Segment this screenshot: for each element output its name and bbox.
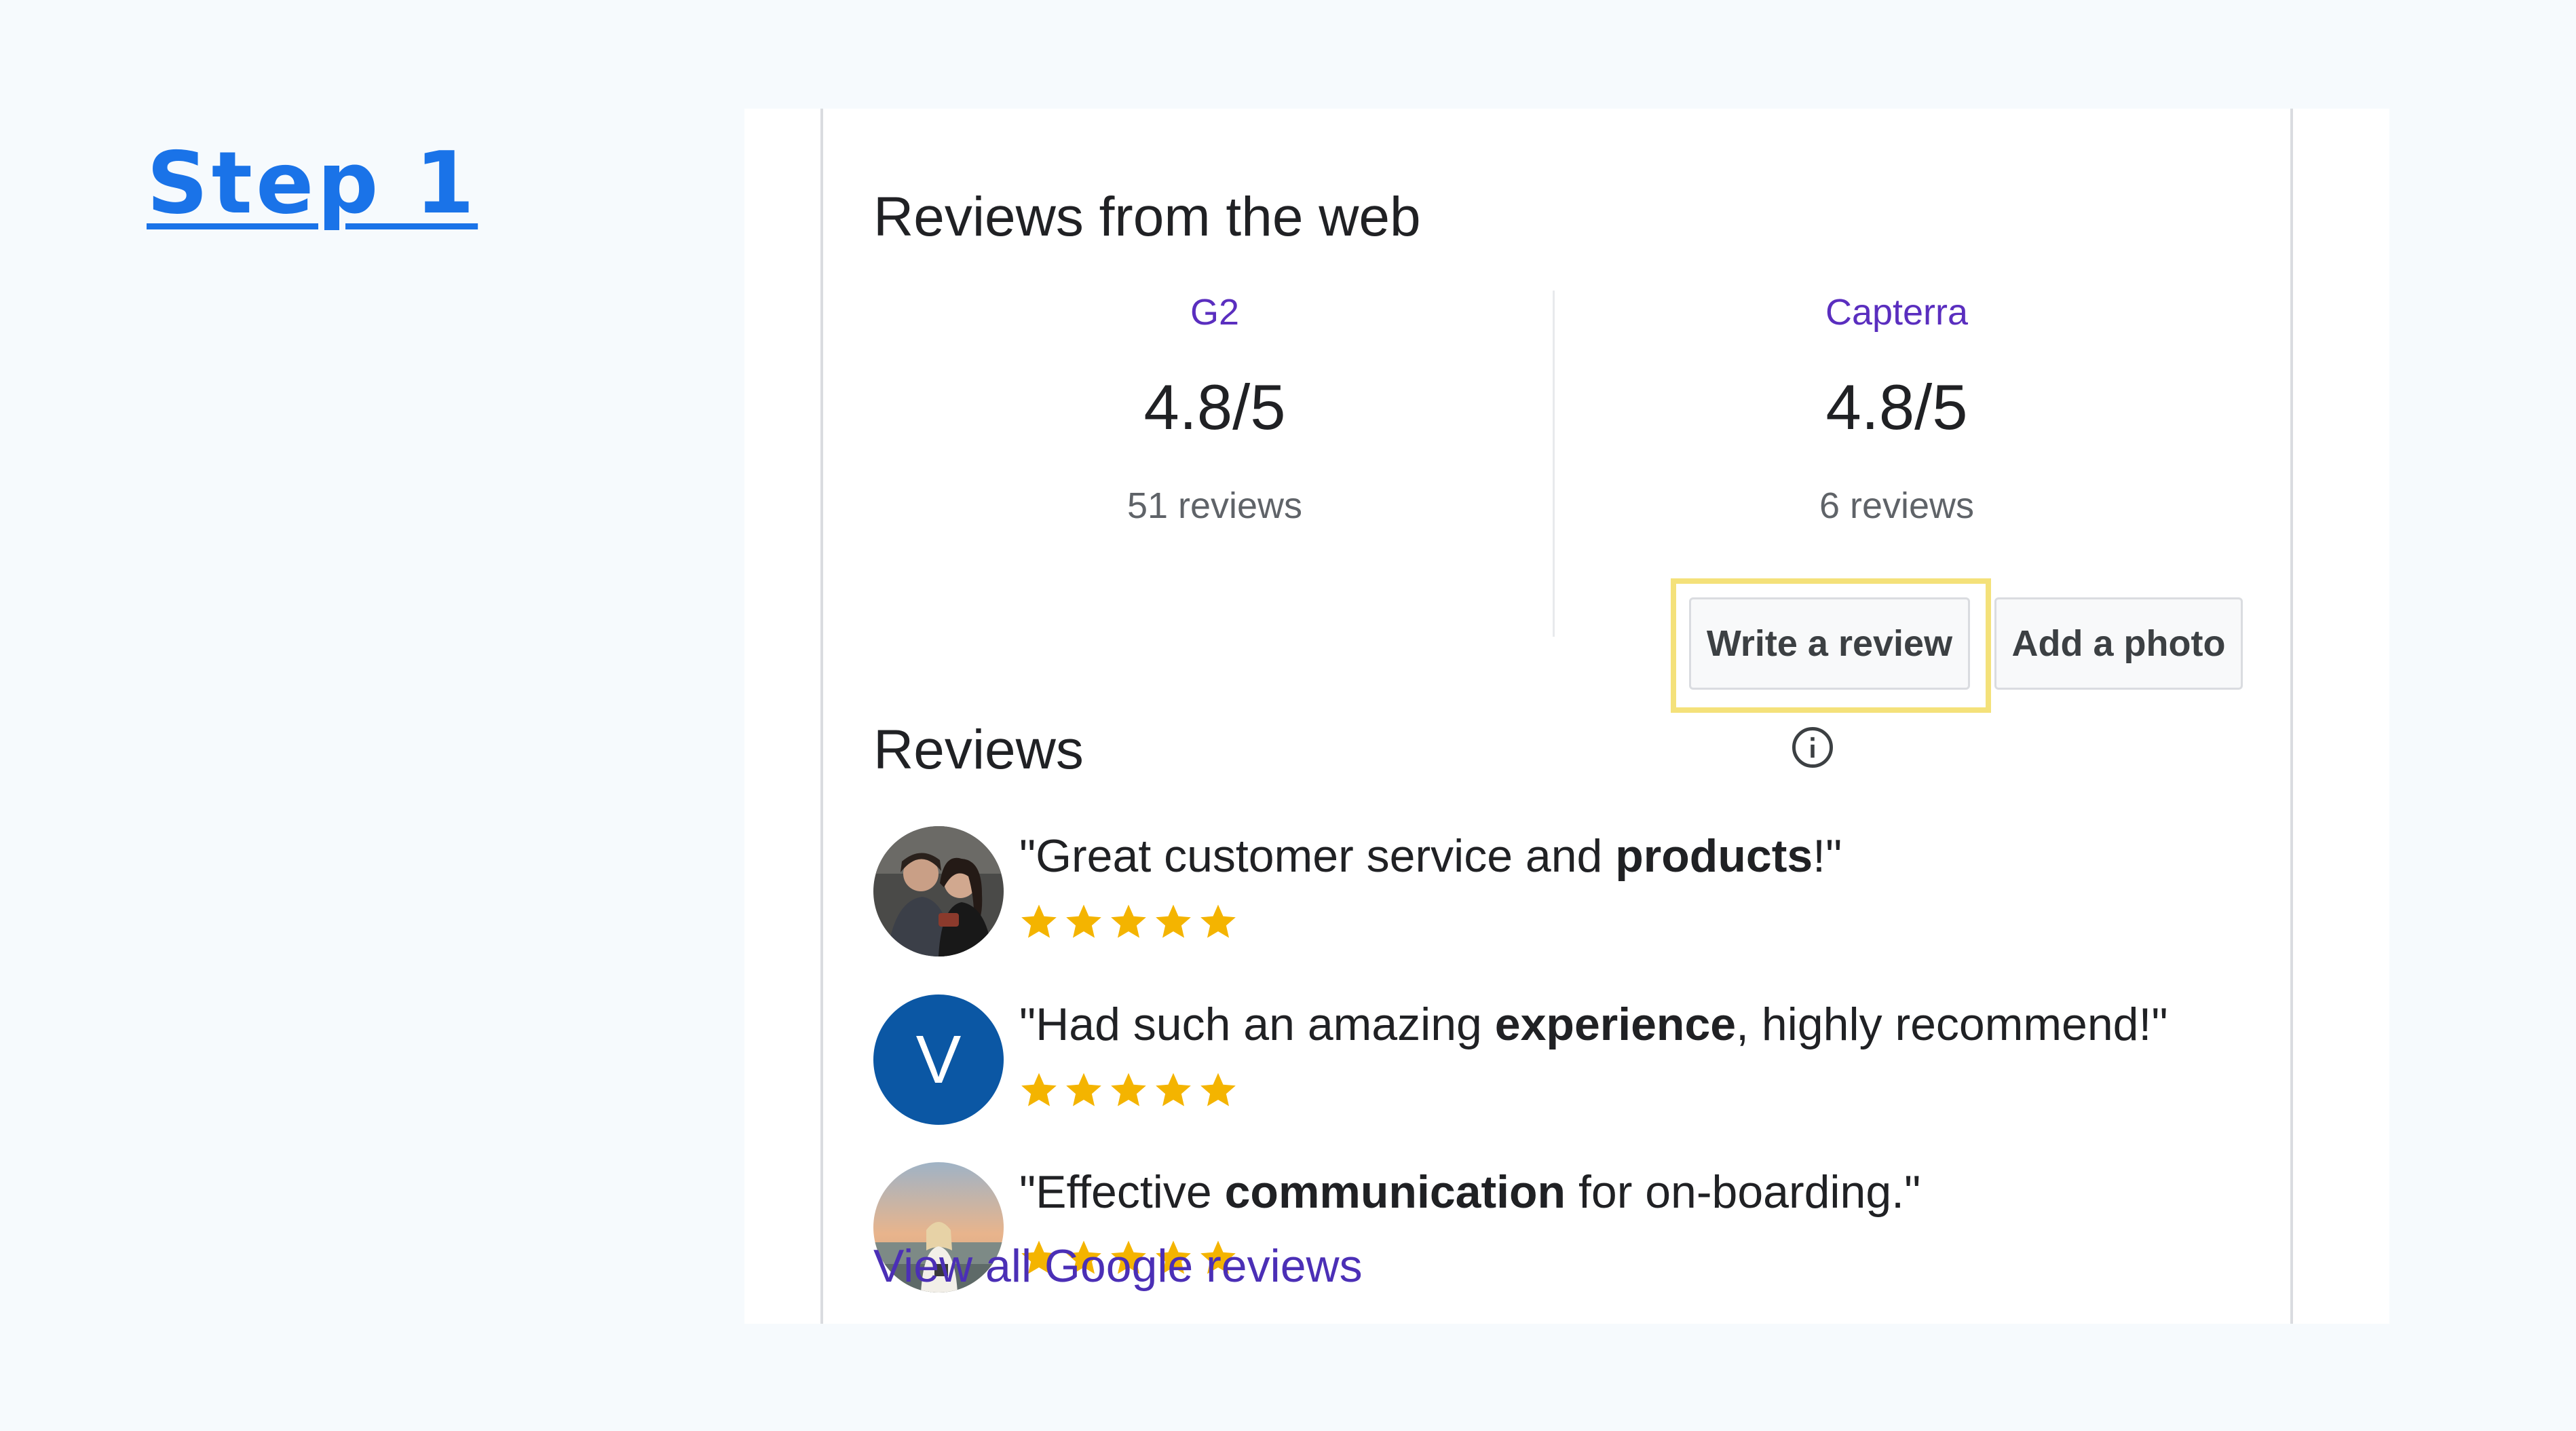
reviewer-avatar[interactable]: [873, 826, 1004, 956]
avatar-photo-couple-icon: [873, 826, 1004, 956]
g2-rating: 4.8/5: [1143, 371, 1286, 443]
star-rating: [1018, 1069, 1239, 1117]
star-icon: [1156, 1073, 1191, 1107]
star-icon: [1111, 1073, 1146, 1107]
view-all-reviews-link[interactable]: View all Google reviews: [873, 1235, 1363, 1297]
source-divider: [1553, 291, 1555, 637]
review-text: "Great customer service and products!": [1019, 830, 1842, 882]
write-review-button[interactable]: Write a review: [1689, 597, 1970, 690]
reviews-title: Reviews: [873, 719, 1084, 781]
star-icon: [1021, 904, 1057, 938]
reviewer-avatar[interactable]: V: [873, 995, 1004, 1125]
star-rating: [1018, 901, 1239, 948]
g2-source: G2 4.8/5 51 reviews: [875, 289, 1554, 529]
reviews-panel: Reviews from the web G2 4.8/5 51 reviews…: [744, 109, 2389, 1324]
review-text: "Had such an amazing experience, highly …: [1019, 999, 2168, 1050]
review-text: "Effective communication for on-boarding…: [1019, 1166, 1921, 1218]
star-icon: [1021, 1073, 1057, 1107]
panel-left-border: [820, 109, 823, 1324]
star-icon: [1111, 904, 1146, 938]
capterra-link[interactable]: Capterra: [1825, 289, 1968, 336]
panel-right-border: [2290, 109, 2293, 1324]
review-item: V "Had such an amazing experience, highl…: [873, 995, 2265, 1130]
star-icon: [1156, 904, 1191, 938]
star-icon: [1200, 1073, 1236, 1107]
star-icon: [1066, 1073, 1101, 1107]
review-item: "Great customer service and products!": [873, 826, 2265, 962]
add-photo-button[interactable]: Add a photo: [1994, 597, 2243, 690]
capterra-review-count: 6 reviews: [1819, 485, 1975, 526]
g2-link[interactable]: G2: [1190, 289, 1239, 336]
reviews-from-web-title: Reviews from the web: [873, 186, 1421, 248]
star-icon: [1200, 904, 1236, 938]
info-icon[interactable]: [1790, 725, 1835, 770]
star-icon: [1066, 904, 1101, 938]
capterra-rating: 4.8/5: [1825, 371, 1968, 443]
g2-review-count: 51 reviews: [1126, 485, 1303, 526]
capterra-source: Capterra 4.8/5 6 reviews: [1557, 289, 2236, 529]
step-1-link[interactable]: Step 1: [147, 132, 478, 234]
